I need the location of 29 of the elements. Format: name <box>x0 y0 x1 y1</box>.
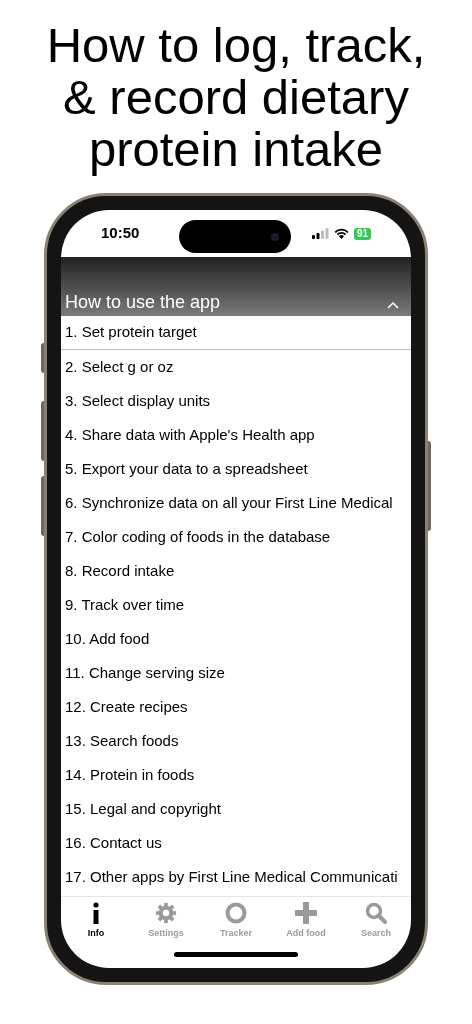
list-item[interactable]: 10. Add food <box>61 622 411 656</box>
list-item[interactable]: 12. Create recipes <box>61 690 411 724</box>
list-item[interactable]: 17. Other apps by First Line Medical Communicati <box>61 860 411 894</box>
status-time: 10:50 <box>101 223 140 244</box>
search-icon <box>365 902 387 924</box>
list-item[interactable]: 9. Track over time <box>61 588 411 622</box>
list-item[interactable]: 5. Export your data to a spreadsheet <box>61 452 411 486</box>
plus-icon <box>295 902 317 924</box>
list-item[interactable]: 7. Color coding of foods in the database <box>61 520 411 554</box>
list-item[interactable]: 14. Protein in foods <box>61 758 411 792</box>
list-item[interactable]: 3. Select display units <box>61 384 411 418</box>
list-item[interactable]: 11. Change serving size <box>61 656 411 690</box>
tab-button[interactable]: Info <box>66 902 126 941</box>
wifi-icon <box>333 228 349 239</box>
battery-level: 91 <box>353 227 371 240</box>
list-item[interactable]: 4. Share data with Apple's Health app <box>61 418 411 452</box>
list-item[interactable]: 15. Legal and copyright <box>61 792 411 826</box>
section-title: How to use the app <box>65 291 221 313</box>
list-item[interactable]: 8. Record intake <box>61 554 411 588</box>
headline: protein intake <box>88 122 384 175</box>
list-item[interactable]: 6. Synchronize data on all your First Line Medical <box>61 486 411 520</box>
headline: How to log, track, <box>46 18 426 71</box>
list-item[interactable]: 16. Contact us <box>61 826 411 860</box>
circle-icon <box>225 902 247 924</box>
list-item[interactable]: 2. Select g or oz <box>61 350 411 384</box>
info-icon <box>91 902 101 924</box>
list-item[interactable]: 13. Search foods <box>61 724 411 758</box>
signal-icon <box>311 228 329 239</box>
section-header[interactable]: How to use the app <box>61 257 411 316</box>
